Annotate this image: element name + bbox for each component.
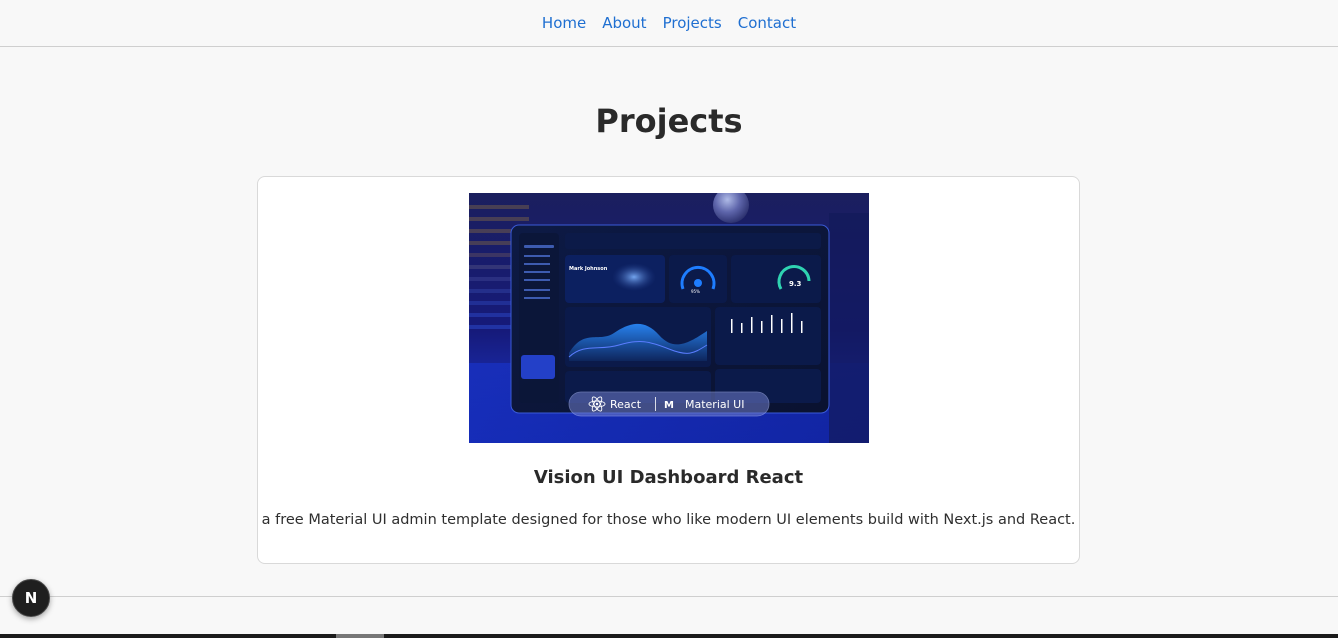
top-navigation: Home About Projects Contact: [0, 0, 1338, 47]
nav-link-about[interactable]: About: [602, 14, 646, 32]
project-description: a free Material UI admin template design…: [261, 512, 1076, 528]
svg-text:M: M: [664, 400, 674, 411]
page-title: Projects: [595, 102, 743, 140]
image-profile-name: Mark Johnson: [569, 266, 608, 272]
footer-divider: [0, 596, 1338, 597]
project-thumbnail-image[interactable]: Mark Johnson 95% 9.3 React M Material UI: [469, 193, 869, 443]
project-title: Vision UI Dashboard React: [533, 467, 804, 488]
scrollbar-thumb[interactable]: [336, 634, 384, 638]
nav-link-projects[interactable]: Projects: [663, 14, 722, 32]
image-percent: 95%: [691, 289, 700, 294]
nextjs-dev-badge[interactable]: N: [12, 579, 50, 617]
image-rating: 9.3: [789, 280, 802, 288]
nextjs-logo-icon: N: [24, 589, 38, 607]
nav-link-contact[interactable]: Contact: [738, 14, 796, 32]
project-card: Mark Johnson 95% 9.3 React M Material UI…: [257, 176, 1080, 564]
image-react-badge: React: [610, 398, 642, 411]
horizontal-scrollbar[interactable]: [0, 634, 1338, 638]
nav-link-home[interactable]: Home: [542, 14, 586, 32]
image-mui-badge: Material UI: [685, 398, 744, 411]
